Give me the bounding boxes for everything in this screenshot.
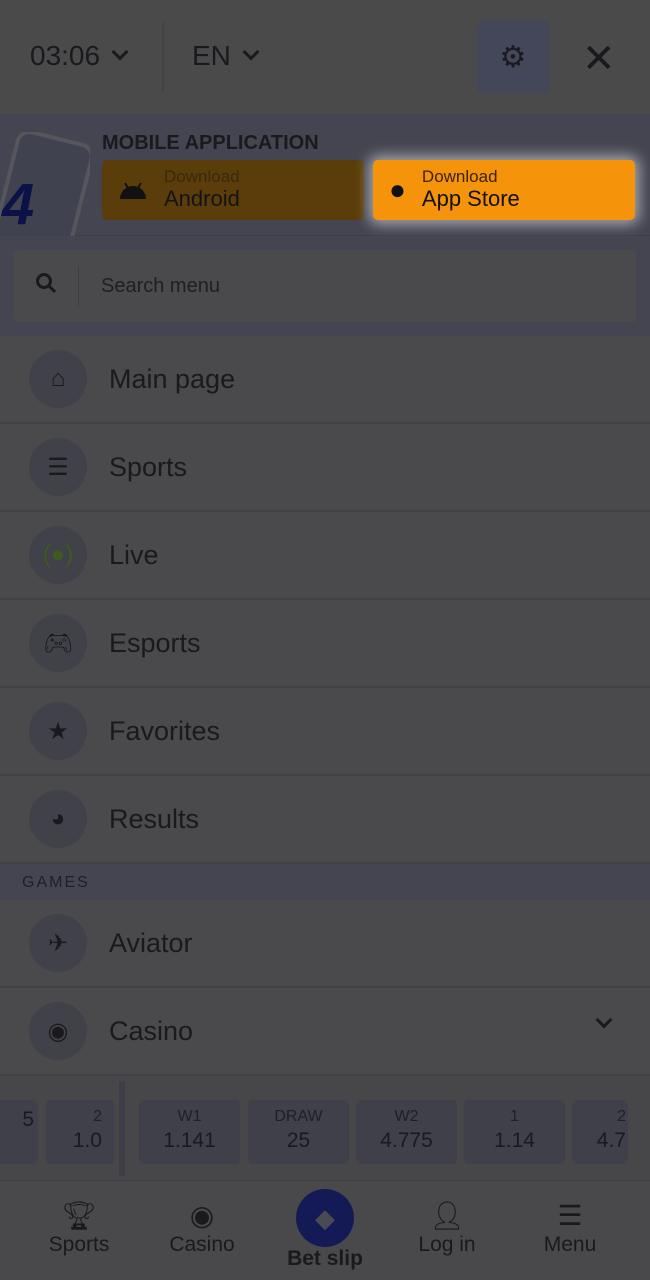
chip-icon: ◉ — [189, 1200, 215, 1231]
language-value: EN — [192, 40, 231, 71]
close-button[interactable]: ✕ — [582, 36, 616, 82]
menu-item-casino[interactable]: ◉ Casino — [0, 988, 650, 1076]
menu-item-esports[interactable]: 🎮︎ Esports — [0, 600, 650, 688]
odds-key: 2 — [617, 1108, 626, 1125]
nav-menu[interactable]: ☰ Menu — [515, 1199, 625, 1257]
menu-item-aviator[interactable]: ✈ Aviator — [0, 900, 650, 988]
mobile-app-banner: 4 MOBILE APPLICATION Download Android ● D… — [0, 114, 650, 236]
menu-item-label: Aviator — [109, 927, 193, 958]
nav-label: Casino — [169, 1233, 235, 1256]
apple-icon: ● — [389, 174, 406, 205]
nav-label: Menu — [543, 1233, 597, 1256]
settings-button[interactable]: ⚙ — [477, 21, 549, 93]
odds-cell[interactable]: 2 1.0 — [46, 1100, 114, 1164]
android-small-label: Download — [164, 167, 240, 186]
search-input[interactable]: Search menu — [14, 250, 636, 322]
time-selector[interactable]: 03:06 — [30, 40, 129, 72]
search-icon — [14, 272, 78, 300]
odds-value: 5 — [22, 1108, 34, 1131]
language-selector[interactable]: EN — [192, 40, 260, 72]
chevron-down-icon — [242, 43, 260, 61]
live-icon: (●) — [29, 526, 87, 584]
ticket-icon[interactable]: ◆ — [296, 1189, 354, 1247]
close-icon: ✕ — [582, 37, 616, 81]
games-section-header: GAMES — [0, 864, 650, 900]
odds-cell-draw[interactable]: DRAW 25 — [248, 1100, 349, 1164]
svg-text:4: 4 — [1, 172, 34, 236]
odds-cell-1[interactable]: 1 1.14 — [464, 1100, 565, 1164]
search-section: Search menu — [0, 236, 650, 336]
divider — [78, 266, 79, 306]
menu-item-label: Favorites — [109, 715, 221, 746]
nav-sports[interactable]: 🏆︎ Sports — [24, 1199, 134, 1257]
odds-key: W1 — [177, 1108, 202, 1125]
pie-chart-icon: ◕ — [29, 790, 87, 848]
menu-item-label: Live — [109, 539, 159, 570]
nav-casino[interactable]: ◉ Casino — [147, 1199, 257, 1257]
android-icon — [120, 182, 146, 199]
nav-login[interactable]: 👤︎ Log in — [392, 1199, 502, 1257]
menu-item-label: Main page — [109, 363, 236, 394]
menu-item-favorites[interactable]: ★ Favorites — [0, 688, 650, 776]
nav-label: Bet slip — [287, 1247, 363, 1270]
odds-value: 4.7 — [596, 1129, 626, 1152]
divider — [162, 22, 164, 92]
plane-icon: ✈ — [29, 914, 87, 972]
menu-item-label: Sports — [109, 451, 188, 482]
odds-value: 1.14 — [494, 1129, 535, 1152]
odds-strip: 5 2 1.0 W1 1.141 DRAW 25 W2 4.775 1 1.14 2 4.7 — [0, 1076, 650, 1180]
bottom-nav: 🏆︎ Sports ◉ Casino ◆ Bet slip 👤︎ Log in ☰ Me… — [0, 1180, 650, 1280]
download-android-button[interactable]: Download Android — [102, 160, 364, 220]
menu-item-label: Casino — [109, 1015, 194, 1046]
menu-item-label: Esports — [109, 627, 201, 658]
star-icon: ★ — [29, 702, 87, 760]
nav-label: Log in — [418, 1233, 476, 1256]
odds-value: 1.141 — [163, 1129, 216, 1152]
app-title: MOBILE APPLICATION — [102, 132, 319, 154]
menu-icon: ☰ — [557, 1200, 583, 1231]
menu-item-sports[interactable]: ☰ Sports — [0, 424, 650, 512]
search-placeholder: Search menu — [101, 274, 220, 297]
download-appstore-button[interactable]: ● Download App Store — [373, 160, 635, 220]
list-icon: ☰ — [29, 438, 87, 496]
odds-key: 2 — [93, 1108, 102, 1125]
nav-bet-slip[interactable]: Bet slip — [270, 1247, 380, 1271]
odds-cell-2[interactable]: 2 4.7 — [572, 1100, 628, 1164]
phone-logo-icon: 4 — [0, 132, 90, 236]
chevron-down-icon[interactable] — [595, 1011, 613, 1029]
chip-icon: ◉ — [29, 1002, 87, 1060]
odds-cell[interactable]: 5 — [0, 1100, 38, 1164]
odds-value: 1.0 — [72, 1129, 102, 1152]
time-value: 03:06 — [30, 40, 101, 71]
menu-item-main-page[interactable]: ⌂ Main page — [0, 336, 650, 424]
android-large-label: Android — [164, 186, 240, 211]
top-bar: 03:06 EN ⚙ ✕ — [0, 0, 650, 114]
menu-item-results[interactable]: ◕ Results — [0, 776, 650, 864]
menu-item-label: Results — [109, 803, 200, 834]
chevron-down-icon — [111, 43, 129, 61]
user-icon: 👤︎ — [429, 1200, 465, 1231]
ios-large-label: App Store — [421, 186, 520, 211]
odds-value: 4.775 — [380, 1129, 433, 1152]
odds-key: 1 — [510, 1108, 519, 1125]
odds-cell-w2[interactable]: W2 4.775 — [356, 1100, 457, 1164]
odds-value: 25 — [286, 1129, 311, 1152]
menu-item-live[interactable]: (●) Live — [0, 512, 650, 600]
odds-cell-w1[interactable]: W1 1.141 — [139, 1100, 240, 1164]
divider — [119, 1082, 125, 1176]
ios-small-label: Download — [421, 167, 498, 186]
nav-label: Sports — [48, 1233, 110, 1256]
trophy-icon: 🏆︎ — [61, 1200, 97, 1231]
gear-icon: ⚙ — [499, 40, 527, 74]
menu-list: ⌂ Main page ☰ Sports (●) Live 🎮︎ Esports ★ Fa… — [0, 336, 650, 864]
home-icon: ⌂ — [29, 350, 87, 408]
odds-key: W2 — [394, 1108, 419, 1125]
odds-key: DRAW — [274, 1108, 323, 1125]
gamepad-icon: 🎮︎ — [29, 614, 87, 672]
